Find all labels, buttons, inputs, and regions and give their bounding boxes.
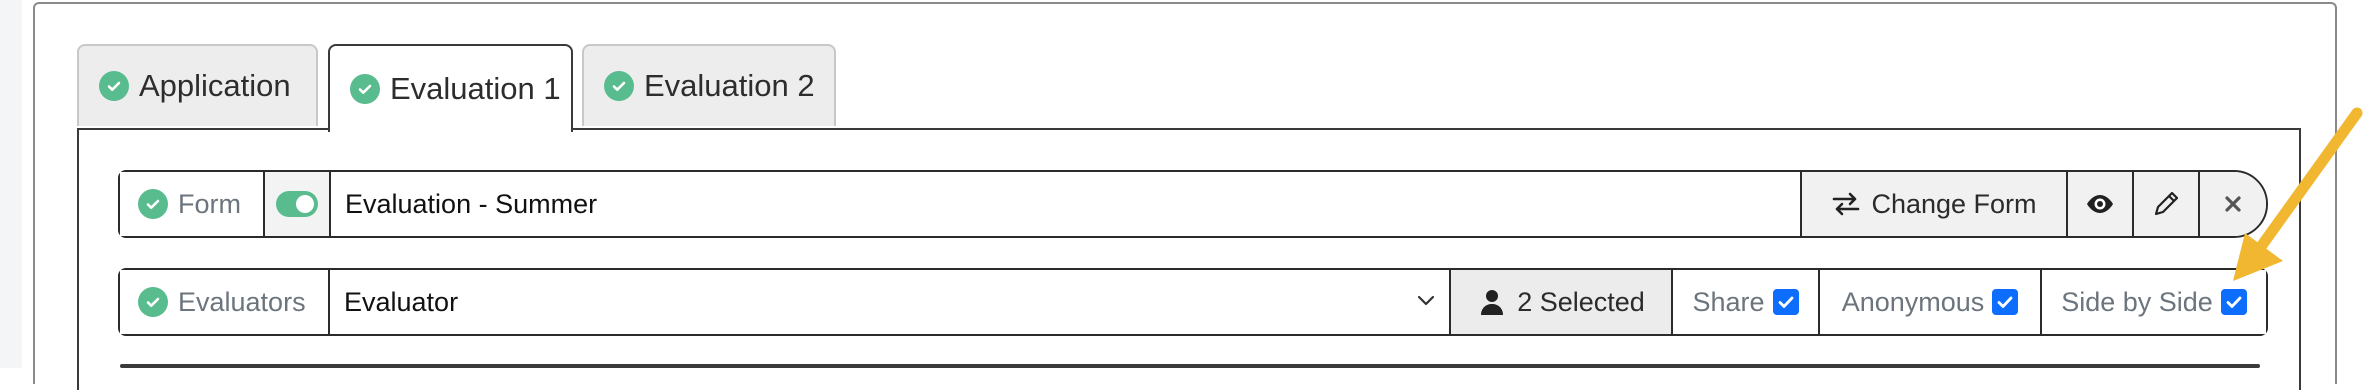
next-row-border (120, 364, 2260, 368)
check-circle-icon (604, 71, 634, 101)
tab-content-panel (77, 128, 2301, 390)
eye-icon (2087, 195, 2113, 213)
evaluators-input-group: Evaluators Evaluator 2 Selected Share An… (118, 268, 2268, 336)
selected-count: 2 Selected (1517, 286, 1645, 317)
checkbox-icon (2226, 296, 2242, 308)
preview-button[interactable] (2068, 172, 2134, 236)
anonymous-option: Anonymous (1820, 270, 2042, 334)
share-checkbox[interactable] (1772, 289, 1799, 315)
chevron-down-icon (1415, 287, 1437, 318)
side-by-side-label: Side by Side (2061, 286, 2213, 317)
anonymous-label: Anonymous (1841, 286, 1985, 317)
check-circle-icon (350, 74, 380, 104)
tab-evaluation-2[interactable]: Evaluation 2 (582, 44, 836, 126)
check-circle-icon (138, 189, 168, 219)
tab-evaluation-1[interactable]: Evaluation 1 (328, 44, 573, 132)
user-icon (1481, 290, 1504, 315)
tab-label: Evaluation 1 (390, 71, 561, 106)
form-label-addon: Form (120, 172, 265, 236)
checkbox-icon (1778, 296, 1793, 308)
form-name-value: Evaluation - Summer (345, 188, 598, 219)
toggle-switch (276, 191, 318, 217)
form-label: Form (178, 188, 241, 219)
evaluators-label: Evaluators (178, 286, 306, 317)
evaluator-role-select[interactable]: Evaluator (330, 270, 1451, 334)
pencil-icon (2154, 191, 2179, 216)
change-form-button[interactable]: Change Form (1802, 172, 2068, 236)
tab-label: Evaluation 2 (644, 68, 815, 103)
anonymous-checkbox[interactable] (1992, 289, 2019, 315)
share-option: Share (1673, 270, 1820, 334)
form-input-group: Form Evaluation - Summer Change Form (118, 170, 2268, 238)
check-circle-icon (138, 287, 168, 317)
annotation-arrow (2233, 107, 2363, 281)
share-label: Share (1692, 286, 1765, 317)
form-name-field[interactable]: Evaluation - Summer (331, 172, 1802, 236)
tab-application[interactable]: Application (77, 44, 318, 126)
left-gutter (0, 0, 22, 368)
swap-arrows-icon (1833, 192, 1860, 216)
checkbox-icon (1997, 296, 2013, 308)
evaluator-role-value: Evaluator (344, 286, 459, 317)
check-circle-icon (99, 71, 129, 101)
change-form-label: Change Form (1871, 188, 2037, 219)
tab-label: Application (139, 68, 291, 103)
selected-evaluators-button[interactable]: 2 Selected (1451, 270, 1673, 334)
edit-button[interactable] (2134, 172, 2200, 236)
evaluators-label-addon: Evaluators (120, 270, 330, 334)
form-toggle[interactable] (265, 172, 331, 236)
